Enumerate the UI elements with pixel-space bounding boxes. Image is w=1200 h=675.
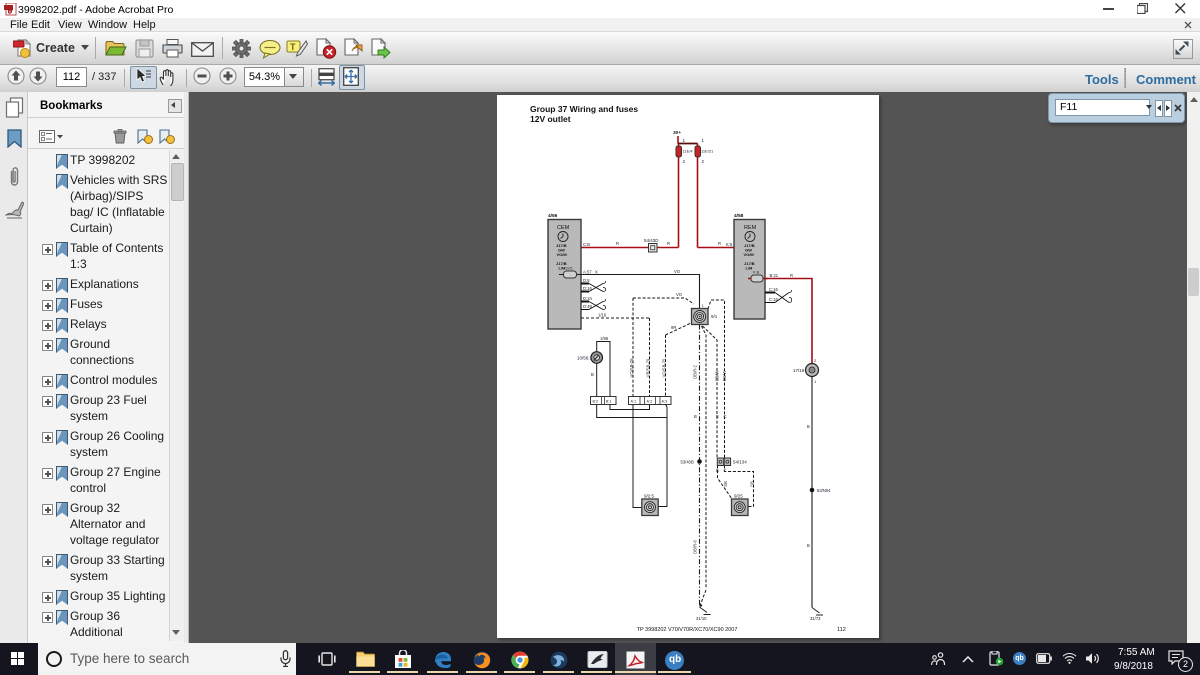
- svg-text:TP 3998202 V70/V70R/XC70/XC90: TP 3998202 V70/V70R/XC70/XC90 2007: [637, 627, 738, 633]
- svg-text:D:16: D:16: [583, 286, 593, 291]
- svg-text:SB: SB: [723, 481, 728, 487]
- svg-text:B: B: [807, 543, 810, 548]
- svg-text:X: X: [595, 270, 598, 275]
- svg-text:53/40B: 53/40B: [681, 460, 694, 465]
- svg-text:SB: SB: [750, 481, 755, 487]
- svg-text:C: C: [724, 468, 727, 473]
- svg-text:54/134: 54/134: [733, 460, 747, 465]
- svg-text:B:1: B:1: [606, 400, 612, 404]
- svg-text:53/N04: 53/N04: [817, 488, 831, 493]
- svg-text:1/16: 1/16: [598, 313, 607, 318]
- svg-text:A:57: A:57: [583, 270, 592, 275]
- svg-text:9/1: 9/1: [711, 314, 718, 319]
- svg-text:REM: REM: [744, 225, 757, 231]
- svg-text:C:15: C:15: [769, 297, 779, 302]
- svg-text:B:2: B:2: [593, 400, 599, 404]
- svg-text:Group 37 Wiring and fuses: Group 37 Wiring and fuses: [530, 104, 638, 114]
- svg-text:CEM: CEM: [557, 225, 570, 231]
- svg-text:DB/R-6: DB/R-6: [693, 539, 698, 553]
- svg-text:R: R: [667, 241, 670, 246]
- svg-text:C:B: C:B: [583, 242, 590, 247]
- svg-text:31/10: 31/10: [696, 616, 707, 621]
- svg-text:B:21: B:21: [770, 273, 779, 278]
- svg-text:L/M: L/M: [746, 266, 754, 271]
- svg-text:B: B: [716, 468, 719, 473]
- svg-text:2: 2: [814, 358, 817, 363]
- svg-text:C:16: C:16: [769, 287, 779, 292]
- svg-text:1/96: 1/96: [600, 336, 609, 341]
- svg-text:R: R: [718, 241, 721, 246]
- svg-text:11/5: 11/5: [565, 266, 573, 271]
- svg-text:54/43D: 54/43D: [644, 238, 659, 243]
- svg-text:D:8: D:8: [583, 278, 590, 283]
- svg-text:112: 112: [837, 627, 846, 633]
- svg-text:D:24: D:24: [583, 296, 593, 301]
- svg-text:B: B: [694, 414, 697, 419]
- svg-text:A:3: A:3: [662, 400, 668, 404]
- svg-text:A:2: A:2: [647, 400, 653, 404]
- svg-text:9/2:5: 9/2:5: [644, 494, 655, 499]
- svg-text:4/58: 4/58: [734, 213, 744, 219]
- svg-text:2: 2: [683, 159, 686, 164]
- svg-text:D:49: D:49: [583, 304, 593, 309]
- svg-text:SB/W: SB/W: [722, 371, 727, 382]
- svg-text:VO: VO: [674, 269, 681, 274]
- svg-text:A:1: A:1: [631, 400, 637, 404]
- svg-text:1: 1: [814, 379, 817, 384]
- svg-text:10/56:1: 10/56:1: [577, 356, 593, 361]
- svg-text:9R: 9R: [671, 325, 676, 330]
- svg-text:30+: 30+: [673, 130, 681, 136]
- svg-text:VO/M: VO/M: [557, 252, 568, 257]
- svg-text:T: T: [290, 42, 296, 52]
- svg-text:R: R: [616, 241, 619, 246]
- svg-text:B: B: [807, 424, 810, 429]
- svg-text:VO/SB-75: VO/SB-75: [662, 358, 667, 378]
- svg-text:17/19: 17/19: [793, 368, 805, 373]
- svg-text:SB/W: SB/W: [715, 371, 720, 382]
- svg-text:F B: F B: [753, 270, 760, 275]
- svg-text:C: C: [724, 414, 727, 419]
- svg-text:B: B: [591, 372, 594, 377]
- svg-text:31/73: 31/73: [810, 616, 821, 621]
- svg-text:VO/SB-79: VO/SB-79: [629, 358, 634, 378]
- svg-text:9/25: 9/25: [734, 494, 743, 499]
- svg-text:R: R: [790, 273, 793, 278]
- svg-text:1: 1: [702, 138, 705, 143]
- svg-text:2: 2: [702, 159, 705, 164]
- svg-text:4/56: 4/56: [548, 213, 558, 219]
- svg-text:11E/4: 11E/4: [683, 149, 694, 154]
- svg-text:VR/SB-79: VR/SB-79: [646, 358, 651, 377]
- svg-text:1: 1: [683, 138, 686, 143]
- svg-text:B: B: [716, 414, 719, 419]
- svg-text:VO/M: VO/M: [744, 252, 755, 257]
- svg-text:11E/21: 11E/21: [701, 149, 714, 154]
- svg-text:DB/R-2: DB/R-2: [693, 364, 698, 378]
- svg-text:1: 1: [702, 303, 705, 308]
- svg-text:12V outlet: 12V outlet: [530, 114, 571, 124]
- svg-text:VO: VO: [676, 292, 683, 297]
- svg-text:K:5: K:5: [726, 242, 733, 247]
